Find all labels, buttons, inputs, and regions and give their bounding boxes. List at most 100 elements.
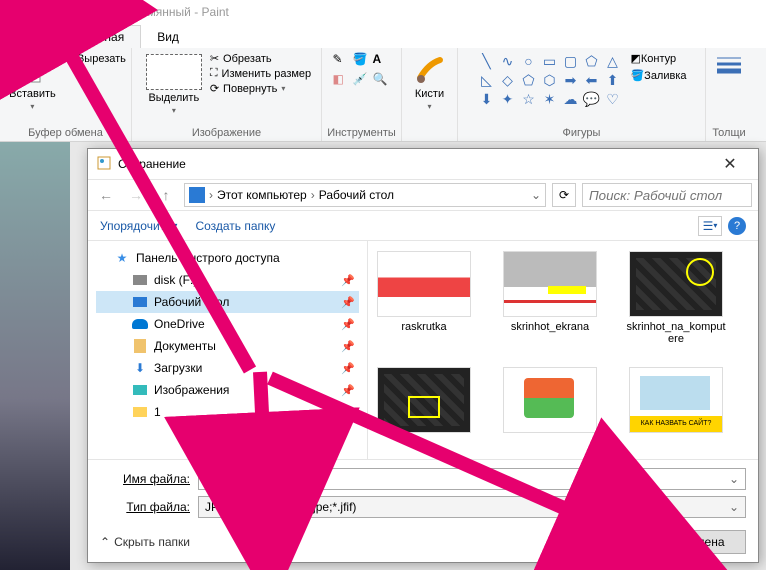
brushes-button[interactable]: Кисти ▾ bbox=[410, 52, 450, 113]
cancel-button[interactable]: Отмена bbox=[660, 530, 746, 554]
nav-disk[interactable]: disk (F:) 📌 bbox=[96, 269, 359, 291]
group-shapes-label: Фигуры bbox=[458, 127, 705, 139]
chevron-down-icon[interactable]: ⌄ bbox=[729, 472, 739, 486]
nav-back-button[interactable]: ← bbox=[94, 183, 118, 207]
shape-diamond-icon[interactable]: ◇ bbox=[497, 71, 517, 89]
text-icon[interactable]: A bbox=[373, 52, 391, 70]
files-pane[interactable]: raskrutka skrinhot_ekrana skrinhot_na_ko… bbox=[368, 241, 758, 459]
zoom-icon[interactable]: 🔍 bbox=[373, 72, 391, 90]
pin-icon: 📌 bbox=[341, 318, 355, 331]
file-item[interactable]: skrinhot_ekrana bbox=[500, 251, 600, 345]
nav-quick-access[interactable]: ★Панель быстрого доступа bbox=[96, 247, 359, 269]
organize-button[interactable]: Упорядочить ▾ bbox=[100, 219, 177, 233]
titlebar: ↶ ↷ ▾ | Безымянный - Paint bbox=[0, 0, 766, 24]
pencil-icon[interactable]: ✎ bbox=[333, 52, 351, 70]
nav-folder1[interactable]: 1 📌 bbox=[96, 401, 359, 423]
shape-curve-icon[interactable]: ∿ bbox=[497, 52, 517, 70]
rotate-button[interactable]: ⟳Повернуть ▾ bbox=[210, 82, 286, 95]
undo-icon[interactable]: ↶ bbox=[44, 3, 62, 21]
nav-onedrive[interactable]: OneDrive 📌 bbox=[96, 313, 359, 335]
filetype-select[interactable]: JPEG (*.jpg;*.jpeg;*.jpe;*.jfif) ⌄ bbox=[198, 496, 746, 518]
shape-pentagon-icon[interactable]: ⬠ bbox=[518, 71, 538, 89]
nav-up-button[interactable]: ↑ bbox=[154, 183, 178, 207]
search-input[interactable] bbox=[582, 183, 752, 207]
help-button[interactable]: ? bbox=[728, 217, 746, 235]
dialog-title: Сохранение bbox=[118, 157, 186, 171]
nav-downloads[interactable]: ⬇Загрузки 📌 bbox=[96, 357, 359, 379]
eraser-icon[interactable]: ◧ bbox=[333, 72, 351, 90]
shape-outline-button[interactable]: ◩Контур bbox=[630, 52, 686, 65]
group-clipboard-label: Буфер обмена bbox=[0, 127, 131, 139]
filename-label: Имя файла: bbox=[100, 472, 190, 486]
breadcrumb-folder[interactable]: Рабочий стол bbox=[319, 188, 394, 202]
crop-icon: ✂ bbox=[210, 52, 219, 65]
shape-fill-button[interactable]: 🪣Заливка bbox=[630, 69, 686, 82]
size-button[interactable] bbox=[711, 52, 747, 76]
scissors-icon: ✂ bbox=[64, 52, 73, 65]
shape-polygon-icon[interactable]: ⬠ bbox=[581, 52, 601, 70]
ribbon: Вставить ▾ ✂Вырезать Буфер обмена Выдели… bbox=[0, 48, 766, 142]
hide-folders-button[interactable]: ⌃ Скрыть папки bbox=[100, 535, 190, 549]
save-icon[interactable] bbox=[24, 3, 42, 21]
refresh-button[interactable]: ⟳ bbox=[552, 183, 576, 207]
pictures-icon bbox=[132, 382, 148, 398]
nav-documents[interactable]: Документы 📌 bbox=[96, 335, 359, 357]
shape-arrowl-icon[interactable]: ⬅ bbox=[581, 71, 601, 89]
nav-pictures[interactable]: Изображения 📌 bbox=[96, 379, 359, 401]
file-item[interactable] bbox=[500, 367, 600, 437]
picker-icon[interactable]: 💉 bbox=[353, 72, 371, 90]
chevron-down-icon[interactable]: ⌄ bbox=[729, 500, 739, 514]
nav-forward-button[interactable]: → bbox=[124, 183, 148, 207]
paste-button[interactable]: Вставить ▾ bbox=[5, 52, 60, 113]
fillshape-icon: 🪣 bbox=[630, 70, 644, 82]
shapes-gallery[interactable]: ╲ ∿ ○ ▭ ▢ ⬠ △ ◺ ◇ ⬠ ⬡ ➡ ⬅ ⬆ ⬇ ✦ ☆ ✶ ☁ 💬 bbox=[476, 52, 622, 108]
shape-arrowd-icon[interactable]: ⬇ bbox=[476, 90, 496, 108]
tab-view[interactable]: Вид bbox=[141, 26, 195, 48]
tab-home[interactable]: Главная bbox=[62, 25, 142, 48]
shape-arrowr-icon[interactable]: ➡ bbox=[560, 71, 580, 89]
crop-button[interactable]: ✂Обрезать bbox=[210, 52, 272, 65]
shape-triangle-icon[interactable]: △ bbox=[602, 52, 622, 70]
select-button[interactable]: Выделить ▾ bbox=[142, 52, 206, 117]
fill-icon[interactable]: 🪣 bbox=[353, 52, 371, 70]
folder-icon bbox=[132, 404, 148, 420]
file-label: skrinhot_na_komputere bbox=[626, 321, 726, 345]
cut-button[interactable]: ✂Вырезать bbox=[64, 52, 126, 65]
pin-icon: 📌 bbox=[341, 296, 355, 309]
shape-star5-icon[interactable]: ☆ bbox=[518, 90, 538, 108]
shape-heart-icon[interactable]: ♡ bbox=[602, 90, 622, 108]
qat-dropdown-icon[interactable]: ▾ bbox=[84, 3, 102, 21]
canvas-image bbox=[0, 142, 70, 570]
tab-file[interactable]: Файл bbox=[0, 26, 62, 48]
nav-desktop[interactable]: Рабочий стол 📌 bbox=[96, 291, 359, 313]
shape-hexagon-icon[interactable]: ⬡ bbox=[539, 71, 559, 89]
file-item[interactable] bbox=[626, 367, 726, 437]
paint-dialog-icon bbox=[96, 155, 112, 174]
breadcrumb[interactable]: › Этот компьютер › Рабочий стол ⌄ bbox=[184, 183, 546, 207]
resize-button[interactable]: ⛶Изменить размер bbox=[210, 67, 311, 80]
resize-icon: ⛶ bbox=[210, 67, 218, 80]
shape-oval-icon[interactable]: ○ bbox=[518, 52, 538, 70]
rotate-icon: ⟳ bbox=[210, 82, 219, 95]
file-item[interactable] bbox=[374, 367, 474, 437]
tools-grid[interactable]: ✎ 🪣 A ◧ 💉 🔍 bbox=[333, 52, 391, 90]
shape-arrowu-icon[interactable]: ⬆ bbox=[602, 71, 622, 89]
desktop-icon bbox=[132, 294, 148, 310]
view-mode-button[interactable]: ☰ ▾ bbox=[698, 216, 722, 236]
shape-callout2-icon[interactable]: 💬 bbox=[581, 90, 601, 108]
close-button[interactable]: ✕ bbox=[710, 154, 750, 174]
shape-star6-icon[interactable]: ✶ bbox=[539, 90, 559, 108]
filename-input[interactable]: Назовите скриншот ⌄ bbox=[198, 468, 746, 490]
save-button[interactable]: Сохранить bbox=[566, 530, 652, 554]
shape-callout-icon[interactable]: ☁ bbox=[560, 90, 580, 108]
file-item[interactable]: raskrutka bbox=[374, 251, 474, 345]
shape-rtriangle-icon[interactable]: ◺ bbox=[476, 71, 496, 89]
shape-line-icon[interactable]: ╲ bbox=[476, 52, 496, 70]
redo-icon[interactable]: ↷ bbox=[64, 3, 82, 21]
new-folder-button[interactable]: Создать папку bbox=[195, 219, 275, 233]
breadcrumb-root[interactable]: Этот компьютер bbox=[217, 188, 307, 202]
shape-star4-icon[interactable]: ✦ bbox=[497, 90, 517, 108]
shape-rect-icon[interactable]: ▭ bbox=[539, 52, 559, 70]
shape-roundrect-icon[interactable]: ▢ bbox=[560, 52, 580, 70]
file-item[interactable]: skrinhot_na_komputere bbox=[626, 251, 726, 345]
